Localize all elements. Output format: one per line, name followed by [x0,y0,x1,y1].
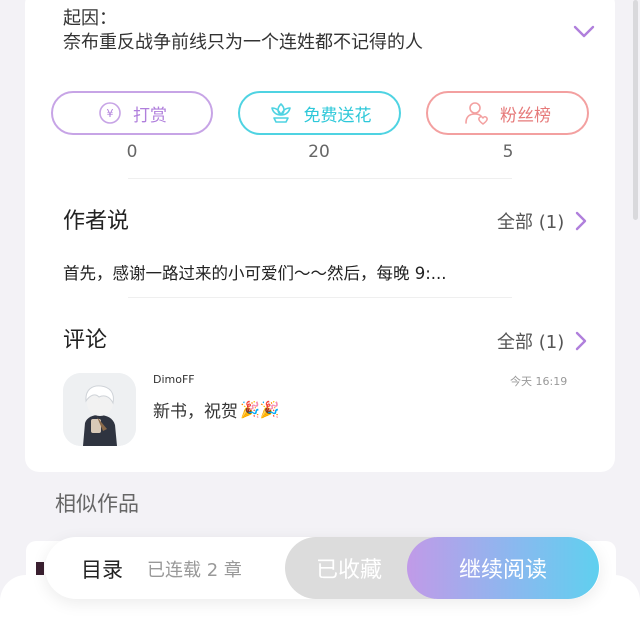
flower-count: 20 [308,142,330,162]
party-popper-emoji: 🎉🎉 [240,400,280,419]
reward-button[interactable]: ¥ 打赏 [51,91,213,135]
send-flower-label: 免费送花 [303,105,372,126]
author-note-all-link[interactable]: 全部 (1) [497,208,588,234]
comment-text-body: 新书，祝贺 [153,402,238,422]
comments-title: 评论 [63,328,108,353]
fan-ranking-button[interactable]: 粉丝榜 [426,91,589,135]
divider [128,178,512,179]
reward-count: 0 [126,142,138,162]
author-note-text[interactable]: 首先，感谢一路过来的小可爱们～～然后，每晚 9:... [63,260,447,284]
comment-text: 新书，祝贺 🎉🎉 [153,397,280,422]
scrollbar[interactable] [633,0,638,220]
chevron-right-icon [574,330,588,352]
chevron-right-icon [574,210,588,232]
author-note-title: 作者说 [63,209,130,234]
similar-works-title: 相似作品 [55,492,139,516]
yen-icon: ¥ [97,100,123,126]
serial-status: 已连载 2 章 [147,560,242,581]
avatar[interactable] [63,373,136,446]
continue-reading-button[interactable]: 继续阅读 [407,537,599,599]
fan-user-icon [464,100,490,126]
comments-all-label: 全部 (1) [497,332,565,353]
fan-ranking-label: 粉丝榜 [500,105,551,126]
svg-text:¥: ¥ [107,107,114,120]
comment-username[interactable]: DimoFF [153,373,195,386]
send-flower-button[interactable]: 免费送花 [238,91,401,135]
origin-text: 奈布重反战争前线只为一个连姓都不记得的人 [63,32,423,53]
divider [128,297,512,298]
comments-all-link[interactable]: 全部 (1) [497,328,588,354]
author-note-all-label: 全部 (1) [497,212,565,233]
fans-count: 5 [502,142,514,162]
toc-button[interactable]: 目录 [81,554,123,584]
chevron-down-icon[interactable] [570,20,598,44]
origin-label: 起因： [63,8,117,29]
reward-label: 打赏 [133,105,167,126]
flower-icon [268,100,294,126]
comment-time: 今天 16:19 [510,375,568,388]
